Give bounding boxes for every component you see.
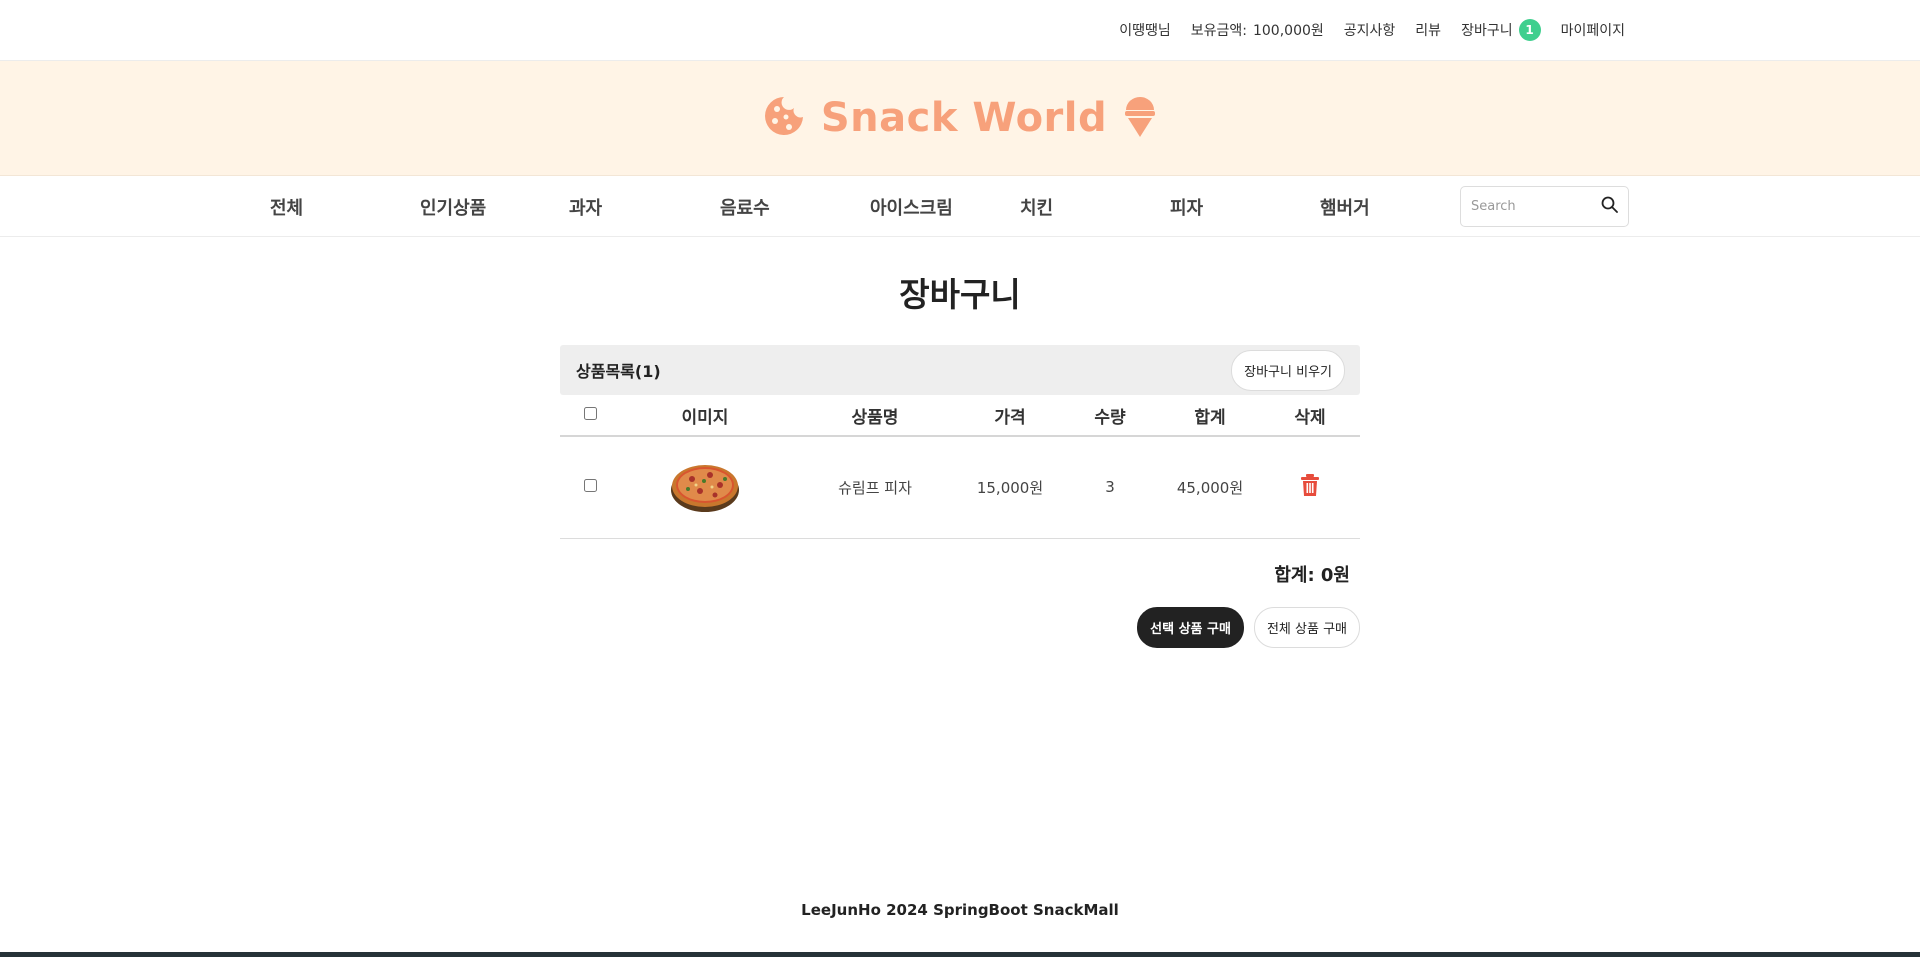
row-select-cell — [560, 436, 620, 539]
cookie-icon — [763, 95, 805, 141]
review-link[interactable]: 리뷰 — [1415, 20, 1441, 40]
banner: Snack World — [0, 61, 1920, 176]
column-header-delete: 삭제 — [1260, 395, 1360, 437]
product-name: 슈림프 피자 — [790, 436, 960, 539]
user-name: 이땡땡님 — [1119, 23, 1171, 39]
buy-actions: 선택 상품 구매 전체 상품 구매 — [560, 606, 1360, 648]
category-pizza[interactable]: 피자 — [1170, 194, 1203, 220]
select-all-cell — [560, 395, 620, 437]
trash-icon[interactable] — [1300, 474, 1320, 500]
category-nav: 전체 인기상품 과자 음료수 아이스크림 치킨 피자 햄버거 — [0, 176, 1920, 237]
ice-cream-icon — [1123, 94, 1157, 142]
cart-header: 상품목록(1) 장바구니 비우기 — [560, 345, 1360, 395]
bottom-strip — [0, 952, 1920, 957]
clear-cart-button[interactable]: 장바구니 비우기 — [1231, 349, 1345, 391]
category-popular[interactable]: 인기상품 — [420, 194, 486, 220]
cart-list-label: 상품목록(1) — [576, 362, 661, 381]
cart-section: 상품목록(1) 장바구니 비우기 이미지 상품명 가격 수량 합계 삭제 슈림프… — [560, 345, 1360, 648]
cart-total: 합계: 0원 — [1274, 564, 1350, 586]
cart-link-label: 장바구니 — [1461, 23, 1513, 39]
search-input[interactable] — [1471, 199, 1601, 214]
pizza-image[interactable] — [670, 465, 740, 517]
site-title: Snack World — [820, 95, 1108, 141]
category-burger[interactable]: 햄버거 — [1320, 194, 1370, 220]
delete-cell — [1260, 436, 1360, 539]
category-chicken[interactable]: 치킨 — [1020, 194, 1053, 220]
buy-all-button[interactable]: 전체 상품 구매 — [1253, 606, 1360, 648]
category-drink[interactable]: 음료수 — [720, 194, 770, 220]
balance-label: 보유금액: — [1190, 23, 1247, 39]
cart-count-badge: 1 — [1518, 19, 1541, 41]
column-header-name: 상품명 — [790, 395, 960, 437]
row-checkbox[interactable] — [583, 479, 597, 493]
column-header-qty: 수량 — [1060, 395, 1160, 437]
cart-table-header: 이미지 상품명 가격 수량 합계 삭제 — [560, 395, 1360, 437]
search-icon[interactable] — [1601, 196, 1618, 217]
search-box — [1460, 186, 1629, 227]
column-header-price: 가격 — [960, 395, 1060, 437]
product-sum: 45,000원 — [1160, 436, 1260, 539]
category-snack[interactable]: 과자 — [569, 194, 602, 220]
buy-selected-button[interactable]: 선택 상품 구매 — [1137, 606, 1244, 648]
cart-link[interactable]: 장바구니 1 — [1461, 19, 1541, 41]
cart-table: 이미지 상품명 가격 수량 합계 삭제 슈림프 피자 15,000원 3 45,… — [560, 395, 1360, 539]
page-title: 장바구니 — [899, 275, 1021, 314]
column-header-sum: 합계 — [1160, 395, 1260, 437]
product-price: 15,000원 — [960, 436, 1060, 539]
balance: 보유금액: 100,000원 — [1191, 20, 1324, 40]
logo[interactable]: Snack World — [763, 94, 1157, 142]
table-row: 슈림프 피자 15,000원 3 45,000원 — [560, 436, 1360, 539]
mypage-link[interactable]: 마이페이지 — [1561, 20, 1625, 40]
select-all-checkbox[interactable] — [583, 407, 597, 420]
top-bar: 이땡땡님 보유금액: 100,000원 공지사항 리뷰 장바구니 1 마이페이지 — [0, 0, 1920, 61]
product-image-cell — [620, 436, 790, 539]
category-icecream[interactable]: 아이스크림 — [870, 194, 953, 220]
product-qty: 3 — [1060, 436, 1160, 539]
category-all[interactable]: 전체 — [270, 194, 303, 220]
notice-link[interactable]: 공지사항 — [1344, 20, 1396, 40]
footer-text: LeeJunHo 2024 SpringBoot SnackMall — [801, 901, 1119, 919]
balance-value: 100,000원 — [1252, 23, 1324, 39]
top-nav: 이땡땡님 보유금액: 100,000원 공지사항 리뷰 장바구니 1 마이페이지 — [1099, 19, 1625, 41]
column-header-image: 이미지 — [620, 395, 790, 437]
